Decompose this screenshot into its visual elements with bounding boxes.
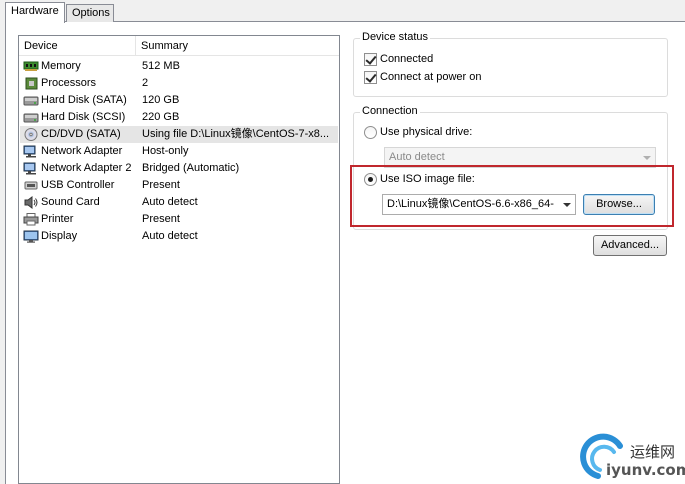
hardware-device-name: Network Adapter 2 <box>41 162 132 174</box>
hardware-row-hard-disk-sata[interactable]: Hard Disk (SATA) 120 GB <box>20 92 338 109</box>
hardware-row-printer[interactable]: Printer Present <box>20 211 338 228</box>
watermark-text-cn: 运维网 <box>630 443 676 461</box>
hardware-row-processors[interactable]: Processors 2 <box>20 75 338 92</box>
display-icon <box>23 230 39 243</box>
column-header-summary[interactable]: Summary <box>136 36 339 56</box>
hardware-device-summary: 2 <box>142 77 149 89</box>
tab-hardware[interactable]: Hardware <box>5 2 65 23</box>
connection-title: Connection <box>360 105 420 117</box>
hardware-device-name: Sound Card <box>41 196 100 208</box>
hardware-row-hard-disk-scsi[interactable]: Hard Disk (SCSI) 220 GB <box>20 109 338 126</box>
hardware-device-summary: Host-only <box>142 145 189 157</box>
hard-disk-icon <box>23 96 39 106</box>
hard-disk-icon <box>23 113 39 123</box>
hardware-device-name: Hard Disk (SCSI) <box>41 111 126 123</box>
hardware-device-summary: Bridged (Automatic) <box>142 162 240 174</box>
hardware-device-summary: 220 GB <box>142 111 180 123</box>
tab-options[interactable]: Options <box>66 4 114 22</box>
device-status-group: Device status Connected Connect at power… <box>353 31 668 97</box>
hardware-device-summary: Present <box>142 213 180 225</box>
hardware-device-summary: Auto detect <box>142 230 198 242</box>
hardware-device-summary: 512 MB <box>142 60 180 72</box>
network-adapter-icon <box>23 145 36 158</box>
column-header-device[interactable]: Device <box>19 36 136 56</box>
hardware-row-network-adapter-2[interactable]: Network Adapter 2 Bridged (Automatic) <box>20 160 338 177</box>
checkbox-checked-icon <box>364 53 377 66</box>
connected-label: Connected <box>380 53 434 65</box>
hardware-device-name: Hard Disk (SATA) <box>41 94 127 106</box>
hardware-device-name: Printer <box>41 213 74 225</box>
hardware-device-summary: 120 GB <box>142 94 180 106</box>
sound-card-icon <box>24 196 38 209</box>
watermark-text-url: iyunv.com <box>606 461 685 479</box>
hardware-row-sound-card[interactable]: Sound Card Auto detect <box>20 194 338 211</box>
hardware-row-cd-dvd-sata[interactable]: CD/DVD (SATA) Using file D:\Linux镜像\Cent… <box>20 126 338 143</box>
memory-icon <box>23 61 39 71</box>
hardware-list[interactable]: Device Summary Memory 512 MB Processors … <box>18 35 340 484</box>
radio-unselected-icon <box>364 126 377 139</box>
advanced-button[interactable]: Advanced... <box>593 235 667 256</box>
hardware-device-summary: Auto detect <box>142 196 198 208</box>
connect-at-power-on-label: Connect at power on <box>380 71 482 83</box>
hardware-row-usb-controller[interactable]: USB Controller Present <box>20 177 338 194</box>
hardware-device-summary: Present <box>142 179 180 191</box>
hardware-device-name: Processors <box>41 77 97 89</box>
checkbox-checked-icon <box>364 71 377 84</box>
hardware-device-name: CD/DVD (SATA) <box>41 128 121 140</box>
hardware-device-name: Network Adapter <box>41 145 123 157</box>
cd-dvd-icon <box>24 128 38 141</box>
usb-icon <box>24 181 38 190</box>
hardware-device-summary: Using file D:\Linux镜像\CentOS-7-x8... <box>142 128 330 140</box>
hardware-device-name: Display <box>41 230 78 242</box>
use-physical-drive-label: Use physical drive: <box>380 126 473 138</box>
annotation-highlight-box <box>350 165 674 227</box>
hardware-device-name: Memory <box>41 60 81 72</box>
physical-drive-value: Auto detect <box>389 151 445 163</box>
printer-icon <box>23 213 39 226</box>
hardware-row-display[interactable]: Display Auto detect <box>20 228 338 245</box>
chevron-down-icon <box>643 156 651 160</box>
hardware-list-header: Device Summary <box>19 36 339 56</box>
hardware-row-network-adapter[interactable]: Network Adapter Host-only <box>20 143 338 160</box>
hardware-device-name: USB Controller <box>41 179 115 191</box>
processor-icon <box>25 77 38 90</box>
network-adapter-icon <box>23 162 36 175</box>
device-status-title: Device status <box>360 31 431 43</box>
hardware-row-memory[interactable]: Memory 512 MB <box>20 58 338 75</box>
